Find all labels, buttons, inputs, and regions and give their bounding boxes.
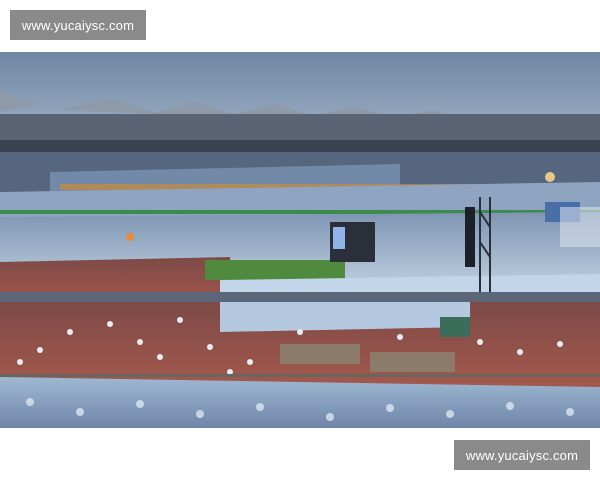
watermark-bottom-text: www.yucaiysc.com: [465, 447, 579, 463]
roof-beam: [0, 140, 600, 152]
spotlight: [545, 172, 555, 182]
tent: [440, 317, 470, 337]
speaker-tower: [465, 207, 475, 267]
stadium-photo: [0, 52, 600, 428]
roof-edge: [0, 114, 600, 144]
glass-railing: [0, 292, 600, 302]
stage-lights: [560, 207, 600, 247]
barrier: [280, 344, 360, 364]
field-crowd: [220, 302, 470, 332]
barrier-2: [370, 352, 455, 372]
watermark-top-text: www.yucaiysc.com: [21, 17, 135, 33]
watermark-top: www.yucaiysc.com: [10, 10, 146, 40]
fence: [0, 374, 600, 377]
stage-screen: [333, 227, 345, 249]
flare: [126, 233, 134, 241]
watermark-bottom: www.yucaiysc.com: [454, 440, 590, 470]
pitch: [205, 260, 345, 280]
